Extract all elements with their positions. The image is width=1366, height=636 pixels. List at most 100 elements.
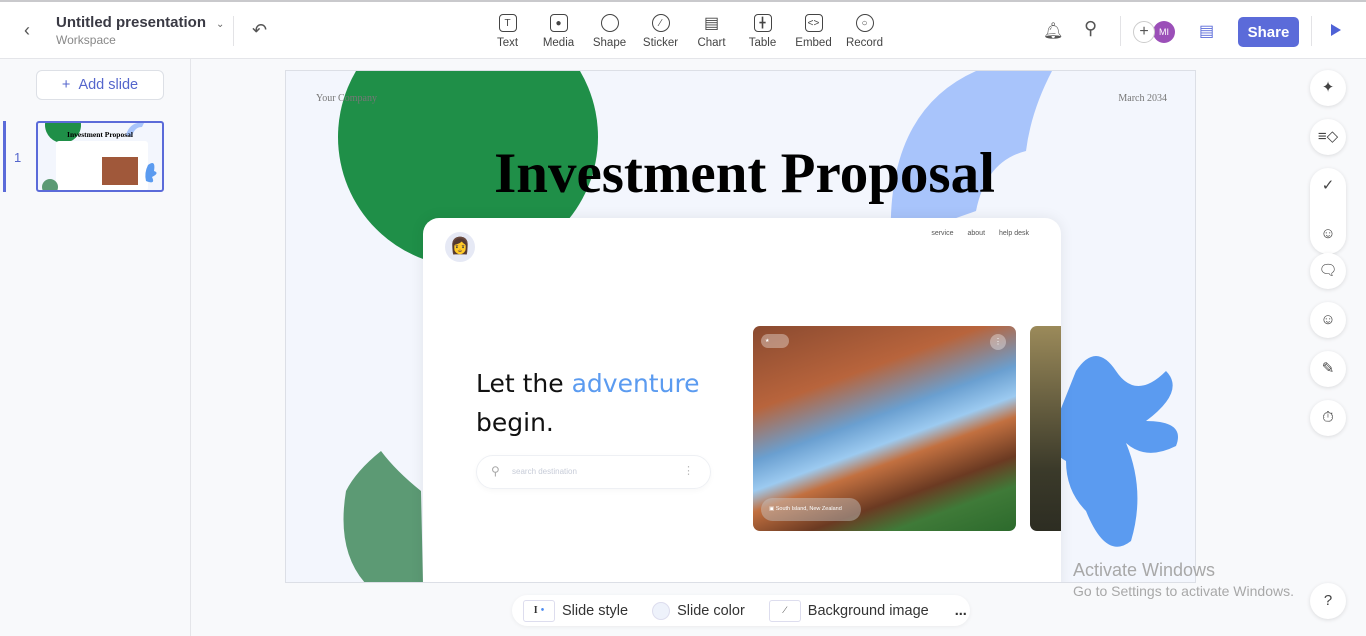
embed-icon: <> <box>804 14 823 32</box>
tool-label: Embed <box>795 37 832 49</box>
table-icon: ╋ <box>753 14 772 32</box>
color-swatch-icon <box>652 601 671 620</box>
timer-button[interactable]: ⏱︎ <box>1310 400 1346 436</box>
check-icon[interactable]: ✓ <box>1310 168 1346 204</box>
tool-media[interactable]: ● Media <box>533 14 584 49</box>
slide-title[interactable]: Investment Proposal <box>290 141 1195 206</box>
nav-item: service <box>931 230 954 237</box>
slide-panel: + Add slide 1 Investment Proposal <box>0 59 191 636</box>
tool-embed[interactable]: <> Embed <box>788 14 839 49</box>
comment-icon: 🗨︎ <box>1318 262 1338 279</box>
comments-button[interactable]: 🗨︎ <box>1310 253 1346 289</box>
forest-photo <box>1030 326 1061 531</box>
nav-item: about <box>967 230 986 237</box>
reactions-button[interactable]: ☺ <box>1310 302 1346 338</box>
search-placeholder: search destination <box>512 467 577 476</box>
animate-button[interactable]: ≡◇ <box>1310 119 1346 155</box>
windows-activation-watermark: Activate Windows Go to Settings to activ… <box>1073 560 1294 599</box>
green-leaf-shape <box>343 451 423 582</box>
avatar[interactable]: MI <box>1153 21 1175 43</box>
analytics-icon[interactable]: ▤ <box>1199 21 1214 41</box>
more-icon: ⋮ <box>683 465 694 477</box>
workspace-label: Workspace <box>56 33 116 47</box>
watermark-line1: Activate Windows <box>1073 560 1216 580</box>
tool-text[interactable]: T Text <box>482 14 533 49</box>
notes-icon: ✎ <box>1321 360 1335 377</box>
avatar-icon: 👩 <box>445 232 475 262</box>
star-icon: ★ <box>761 334 789 348</box>
search-icon: ⚲ <box>491 464 500 478</box>
add-slide-label: Add slide <box>78 77 139 93</box>
divider <box>1311 16 1312 46</box>
hero-highlight: adventure <box>571 369 700 398</box>
notes-button[interactable]: ✎ <box>1310 351 1346 387</box>
chevron-down-icon[interactable]: ⌄ <box>216 19 224 30</box>
company-name: Your Company <box>316 93 377 104</box>
share-button[interactable]: Share <box>1238 17 1299 47</box>
add-collaborator-button[interactable]: + <box>1133 21 1155 43</box>
plus-icon: + <box>61 77 79 93</box>
record-icon: ○ <box>855 14 874 32</box>
no-image-icon: ∕ <box>768 599 801 622</box>
blue-flower-shape <box>1052 356 1178 547</box>
title-text: Untitled presentation <box>56 14 207 31</box>
background-image-button[interactable]: ∕ Background image <box>768 599 929 622</box>
tool-label: Sticker <box>642 37 679 49</box>
tool-label: Record <box>845 37 884 49</box>
landscape-photo: ★ ⋮ ▣ South Island, New Zealand <box>753 326 1016 531</box>
undo-icon[interactable]: ↶ <box>252 20 267 41</box>
mockup-nav: service about help desk <box>931 230 1029 237</box>
slide-thumbnail[interactable]: Investment Proposal <box>36 121 164 192</box>
top-bar: ‹ Untitled presentation ⌄ Workspace ↶ T Te… <box>0 0 1366 59</box>
tool-record[interactable]: ○ Record <box>839 14 890 49</box>
tool-label: Chart <box>697 37 726 49</box>
website-mockup-image[interactable]: 👩 service about help desk Let the advent… <box>423 218 1061 582</box>
tool-label: Shape <box>592 37 627 49</box>
smiley-icon: ☺ <box>1320 311 1336 328</box>
tool-shape[interactable]: Shape <box>584 14 635 49</box>
slide-style-label: Slide style <box>562 602 629 619</box>
add-slide-button[interactable]: + Add slide <box>36 70 164 100</box>
tool-sticker[interactable]: ∕ Sticker <box>635 14 686 49</box>
user-icon[interactable]: ☺ <box>1310 216 1346 252</box>
slide-style-icon: I • <box>523 599 555 622</box>
hero-text: begin. <box>476 408 554 437</box>
presentation-title[interactable]: Untitled presentation ⌄ <box>56 14 224 31</box>
thumbnail-title: Investment Proposal <box>67 130 133 139</box>
slide-style-button[interactable]: I • Slide style <box>523 599 629 622</box>
slide-color-button[interactable]: Slide color <box>652 601 745 620</box>
sticker-icon: ∕ <box>651 14 670 32</box>
tool-label: Table <box>748 37 777 49</box>
help-button[interactable]: ? <box>1310 583 1346 619</box>
slide-color-label: Slide color <box>677 602 745 619</box>
animation-icon: ≡◇ <box>1317 128 1339 145</box>
slide-canvas[interactable]: Your Company March 2034 Investment Propo… <box>285 70 1196 583</box>
hero-heading: Let the adventure begin. <box>476 364 700 442</box>
divider <box>233 16 234 46</box>
divider <box>1120 16 1121 46</box>
bell-icon[interactable]: 🔔︎ <box>1043 21 1063 41</box>
hero-text: Let the <box>476 369 572 398</box>
tool-label: Text <box>496 37 519 49</box>
media-icon: ● <box>549 14 568 32</box>
slide-date: March 2034 <box>1118 93 1167 104</box>
nav-item: help desk <box>999 230 1029 237</box>
search-icon[interactable]: ⚲ <box>1084 18 1097 39</box>
timer-icon: ⏱︎ <box>1322 409 1334 426</box>
play-icon[interactable] <box>1331 24 1341 36</box>
background-image-label: Background image <box>807 602 929 619</box>
tool-label: Media <box>542 37 575 49</box>
watermark-line2: Go to Settings to activate Windows. <box>1073 583 1294 599</box>
more-icon: ⋮ <box>990 334 1006 350</box>
magic-tools-button[interactable]: ✦ <box>1310 70 1346 106</box>
back-icon[interactable]: ‹ <box>24 20 30 41</box>
collaboration-group: ✓ ☺ <box>1310 168 1346 254</box>
help-icon: ? <box>1323 592 1333 609</box>
text-icon: T <box>498 14 517 32</box>
slide-number: 1 <box>14 150 22 165</box>
tool-chart[interactable]: ▤ Chart <box>686 14 737 49</box>
more-options-button[interactable]: ... <box>955 603 967 619</box>
location-pill: ▣ South Island, New Zealand <box>761 498 861 521</box>
tool-table[interactable]: ╋ Table <box>737 14 788 49</box>
mockup-search: ⚲ search destination ⋮ <box>476 455 711 489</box>
